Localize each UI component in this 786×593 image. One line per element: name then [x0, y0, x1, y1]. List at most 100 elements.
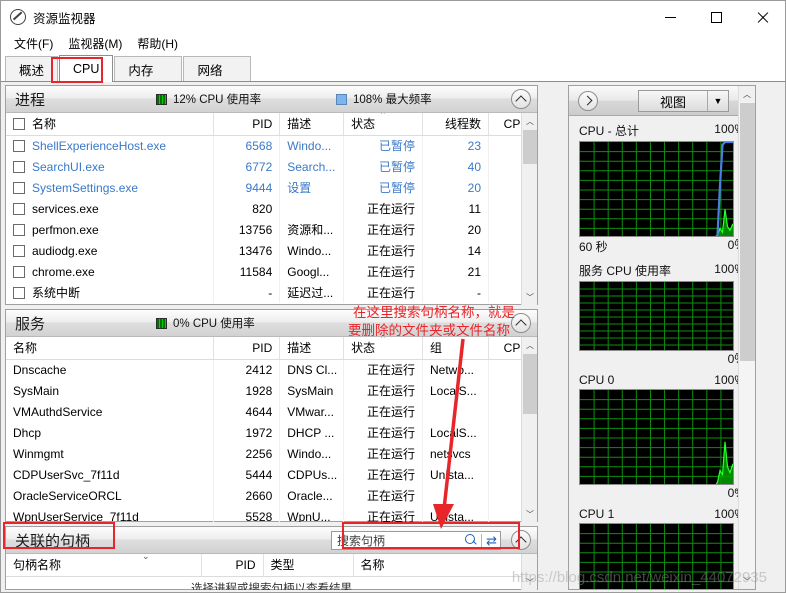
- table-row[interactable]: SystemSettings.exe9444设置已暂停2000.00: [6, 177, 537, 198]
- col-service-status[interactable]: ⌃ 状态: [343, 337, 423, 360]
- tab-memory[interactable]: 内存: [114, 56, 183, 81]
- col-service-group[interactable]: 组: [422, 337, 490, 360]
- cell-service-status: 正在运行: [343, 422, 423, 443]
- table-row[interactable]: SysMain1928SysMain正在运行LocalS...00.08: [6, 380, 537, 401]
- col-handle-pid[interactable]: PID: [201, 554, 264, 577]
- cell-service-desc: VMwar...: [279, 401, 345, 422]
- cell-process-desc: Googl...: [279, 261, 345, 282]
- table-row[interactable]: OracleServiceORCL2660Oracle...正在运行00.04: [6, 485, 537, 506]
- table-row[interactable]: CDPUserSvc_7f11d 5444 CDPUs... 正在运行 Unista..…: [6, 464, 537, 485]
- graph-top-labels: CPU - 总计 100%: [579, 122, 745, 141]
- table-row[interactable]: perfmon.exe13756资源和...正在运行2001.56: [6, 219, 537, 240]
- processes-scroll-thumb[interactable]: [523, 130, 537, 164]
- row-checkbox[interactable]: [13, 244, 25, 257]
- row-checkbox[interactable]: [13, 223, 25, 236]
- row-checkbox[interactable]: [13, 181, 25, 194]
- handles-scroll-down-arrow[interactable]: ﹀: [522, 574, 537, 590]
- cell-service-status: 正在运行: [343, 443, 423, 464]
- close-button[interactable]: [739, 1, 785, 33]
- cell-process-desc: [279, 198, 345, 219]
- magnifier-icon[interactable]: [464, 534, 477, 547]
- graph-scroll-thumb[interactable]: [740, 103, 755, 361]
- maximize-button[interactable]: [693, 1, 739, 33]
- col-process-pid[interactable]: PID: [213, 113, 281, 136]
- refresh-icon[interactable]: ⇄: [486, 534, 497, 547]
- graph-pane-scrollbar[interactable]: ︿ ﹀: [738, 86, 755, 589]
- processes-panel-header[interactable]: 进程 12% CPU 使用率 108% 最大频率: [6, 86, 537, 113]
- row-checkbox[interactable]: [13, 202, 25, 215]
- row-checkbox[interactable]: [13, 265, 25, 278]
- handles-panel: 关联的句柄 搜索句柄 ⇄ ⌄ 句柄名称 PID 类型 名称 选择进程或搜索句柄以…: [5, 526, 538, 590]
- processes-collapse-button[interactable]: [511, 89, 531, 109]
- processes-scroll-up-arrow[interactable]: ︿: [522, 113, 537, 129]
- tab-network[interactable]: 网络: [183, 56, 252, 81]
- graph-canvas: [579, 389, 734, 485]
- handles-panel-header[interactable]: 关联的句柄 搜索句柄 ⇄: [6, 527, 537, 554]
- table-row[interactable]: WpnUserService_7f11d 5528 WpnU... 正在运行 Unist…: [6, 506, 537, 522]
- col-handle-name[interactable]: ⌄ 句柄名称: [6, 554, 202, 577]
- row-checkbox[interactable]: [13, 287, 25, 299]
- cell-process-threads: 11: [422, 198, 490, 219]
- col-process-threads[interactable]: 线程数: [422, 113, 490, 136]
- col-handle-type[interactable]: 类型: [263, 554, 354, 577]
- services-scroll-down-arrow[interactable]: ﹀: [522, 506, 537, 522]
- table-row[interactable]: 系统中断-延迟过...正在运行-00.61: [6, 282, 537, 303]
- services-scroll-thumb[interactable]: [523, 354, 537, 414]
- sort-ascending-icon: ⌃: [379, 113, 387, 120]
- row-checkbox[interactable]: [13, 160, 25, 173]
- processes-scrollbar[interactable]: ︿ ﹀: [521, 113, 537, 305]
- cell-service-desc: CDPUs...: [279, 464, 345, 485]
- services-panel-header[interactable]: 服务 0% CPU 使用率: [6, 310, 537, 337]
- services-header-row: 名称 PID 描述 ⌃状态 组 CPU 平均 C...: [6, 337, 537, 360]
- services-scrollbar[interactable]: ︿ ﹀: [521, 337, 537, 522]
- handle-search-box[interactable]: 搜索句柄 ⇄: [331, 531, 501, 550]
- row-checkbox[interactable]: [13, 139, 25, 152]
- graph-scroll-down-arrow[interactable]: ﹀: [739, 573, 755, 589]
- handles-scrollbar[interactable]: ﹀: [521, 554, 537, 590]
- col-handle-objname[interactable]: 名称: [353, 554, 537, 577]
- table-row[interactable]: services.exe820正在运行1102.73: [6, 198, 537, 219]
- col-process-name[interactable]: 名称: [6, 113, 215, 136]
- table-row[interactable]: SearchUI.exe6772Search...已暂停4000.00: [6, 156, 537, 177]
- table-row[interactable]: Dnscache2412DNS Cl...正在运行Netwo...00.08: [6, 359, 537, 380]
- tab-overview[interactable]: 概述: [5, 56, 59, 81]
- menu-help[interactable]: 帮助(H): [131, 33, 187, 54]
- graph-list: CPU - 总计 100% 60 秒 0% 服务 CPU 使用率 100% 0% CPU 01…: [569, 116, 755, 589]
- table-row[interactable]: audiodg.exe13476Windo...正在运行1421.13: [6, 240, 537, 261]
- col-service-pid[interactable]: PID: [213, 337, 281, 360]
- cell-service-name: Winmgmt: [6, 443, 215, 464]
- table-row[interactable]: VMAuthdService4644VMwar...正在运行00.04: [6, 401, 537, 422]
- minimize-button[interactable]: [647, 1, 693, 33]
- tab-cpu[interactable]: CPU: [59, 55, 114, 82]
- processes-panel-title: 进程: [15, 91, 46, 109]
- table-row[interactable]: Dhcp1972DHCP ...正在运行LocalS...00.04: [6, 422, 537, 443]
- chevron-down-icon[interactable]: ▼: [708, 96, 728, 106]
- cell-service-group: netsvcs: [422, 443, 490, 464]
- graph-title: CPU 1: [579, 507, 615, 521]
- view-button[interactable]: 视图 ▼: [638, 90, 729, 112]
- col-service-name[interactable]: 名称: [6, 337, 215, 360]
- col-process-desc[interactable]: 描述: [279, 113, 345, 136]
- services-scroll-up-arrow[interactable]: ︿: [522, 337, 537, 353]
- col-service-desc[interactable]: 描述: [279, 337, 345, 360]
- menu-file[interactable]: 文件(F): [8, 33, 62, 54]
- chevron-right-icon[interactable]: [578, 90, 598, 111]
- graph-scroll-up-arrow[interactable]: ︿: [739, 86, 755, 102]
- services-collapse-button[interactable]: [511, 313, 531, 333]
- cell-process-pid: 13756: [213, 219, 281, 240]
- processes-scroll-down-arrow[interactable]: ﹀: [522, 289, 537, 305]
- menu-monitor[interactable]: 监视器(M): [62, 33, 131, 54]
- cell-service-group: LocalS...: [422, 380, 490, 401]
- table-row[interactable]: chrome.exe11584Googl...正在运行2120.82: [6, 261, 537, 282]
- select-all-checkbox[interactable]: [13, 118, 25, 131]
- col-process-status[interactable]: ⌃ 状态: [343, 113, 423, 136]
- table-row[interactable]: ShellExperienceHost.exe 6568 Windo... 已暂停 23…: [6, 135, 537, 156]
- cell-process-name: 系统中断: [6, 282, 215, 303]
- cell-service-desc: WpnU...: [279, 506, 345, 522]
- cell-process-name: services.exe: [6, 198, 215, 219]
- services-panel-title: 服务: [15, 315, 46, 333]
- table-row[interactable]: Winmgmt2256Windo...正在运行netsvcs00.04: [6, 443, 537, 464]
- services-cpu-legend: 0% CPU 使用率: [156, 315, 255, 331]
- handles-collapse-button[interactable]: [511, 530, 531, 550]
- handle-search-input[interactable]: 搜索句柄: [337, 532, 464, 549]
